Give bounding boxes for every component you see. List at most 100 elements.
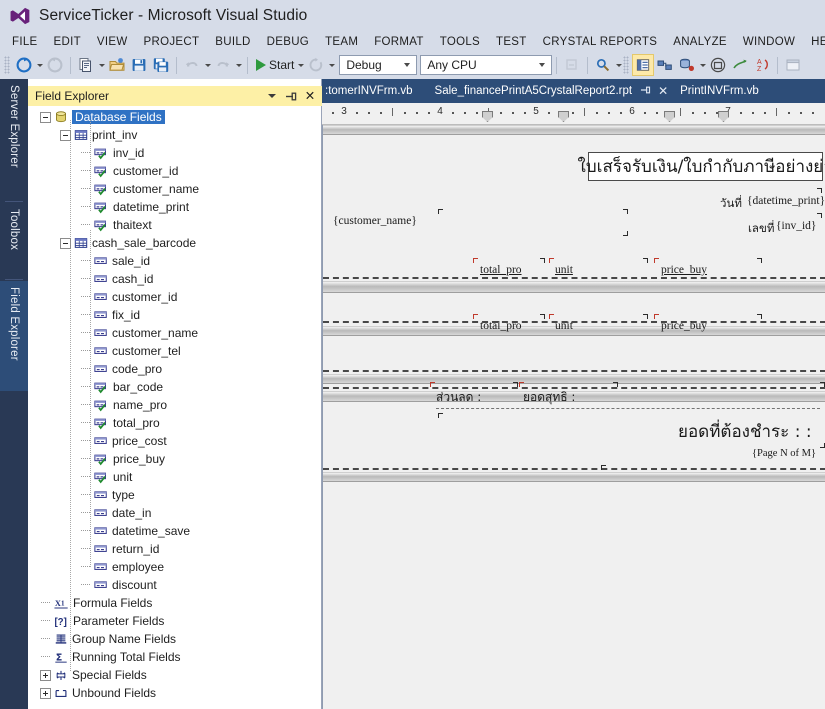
tree-node-date-in[interactable]: date_in (28, 504, 322, 522)
tree-node-unbound-fields[interactable]: Unbound Fields (28, 684, 322, 702)
tree-node-print-inv[interactable]: print_inv (28, 126, 322, 144)
object-browser-dropdown[interactable] (698, 54, 707, 76)
detail-unit-1[interactable]: unit (555, 264, 573, 276)
close-icon[interactable]: ✕ (304, 90, 316, 103)
tree-node-unit[interactable]: unit (28, 468, 322, 486)
configuration-combobox[interactable]: Debug (339, 55, 418, 75)
dock-tab-server-explorer[interactable]: Server Explorer (0, 79, 28, 201)
menu-item-format[interactable]: FORMAT (366, 35, 432, 49)
tab-stop-marker-icon[interactable] (664, 111, 675, 122)
document-tab-print-inv-frm[interactable]: PrintINVFrm.vb (674, 79, 765, 103)
restart-dropdown[interactable] (327, 54, 336, 76)
undo-icon[interactable] (181, 54, 203, 76)
invoice-no-field[interactable]: {inv_id} (776, 220, 816, 232)
tree-node-customer-id[interactable]: customer_id (28, 162, 322, 180)
new-item-icon[interactable] (75, 54, 97, 76)
error-list-icon[interactable] (729, 54, 751, 76)
report-designer-canvas[interactable]: ใบเสร็จรับเงิน/ใบกำกับภาษีอย่างย่อ วันที… (322, 125, 825, 709)
collapse-icon[interactable] (60, 129, 71, 141)
menu-item-tools[interactable]: TOOLS (432, 35, 488, 49)
restart-icon[interactable] (305, 54, 327, 76)
tree-node-return-id[interactable]: return_id (28, 540, 322, 558)
field-explorer-tree[interactable]: Database Fields print_inv inv_id customer_i… (28, 108, 322, 709)
amount-due-label[interactable]: ยอดที่ต้องชำระ : : (678, 418, 812, 445)
detail-unit-2[interactable]: unit (555, 320, 573, 332)
chevron-down-icon-panel[interactable] (266, 90, 278, 103)
open-folder-icon[interactable] (106, 54, 128, 76)
menu-item-file[interactable]: FILE (9, 35, 46, 49)
solution-explorer-icon[interactable] (654, 54, 676, 76)
menu-item-test[interactable]: TEST (488, 35, 535, 49)
tab-stop-marker-icon[interactable] (482, 111, 493, 122)
tree-node-datetime-save[interactable]: datetime_save (28, 522, 322, 540)
report-ruler[interactable]: 34567 (322, 103, 825, 125)
object-browser-icon[interactable] (676, 54, 698, 76)
tree-node-name-pro[interactable]: name_pro (28, 396, 322, 414)
tab-close-icon[interactable]: ✕ (658, 84, 668, 98)
report-title-textbox[interactable]: ใบเสร็จรับเงิน/ใบกำกับภาษีอย่างย่อ (578, 152, 825, 181)
section-band-page-header[interactable] (323, 281, 825, 293)
dock-tab-field-explorer[interactable]: Field Explorer (0, 281, 28, 391)
detail-price-buy-1[interactable]: price_buy (661, 264, 707, 276)
detail-total-pro-1[interactable]: total_pro (480, 264, 522, 276)
tree-node-type[interactable]: type (28, 486, 322, 504)
menu-item-analyze[interactable]: ANALYZE (665, 35, 735, 49)
redo-dropdown[interactable] (234, 54, 243, 76)
save-all-icon[interactable] (150, 54, 172, 76)
redo-icon[interactable] (212, 54, 234, 76)
tab-pin-icon[interactable] (640, 85, 651, 98)
new-item-dropdown[interactable] (97, 54, 106, 76)
section-band-group-header[interactable] (323, 326, 825, 336)
toolbar-grip[interactable] (4, 56, 10, 74)
find-dropdown[interactable] (614, 54, 623, 76)
sort-az-icon[interactable]: A Z (751, 54, 773, 76)
collapse-icon[interactable] (60, 237, 71, 249)
tree-node-sale-id[interactable]: sale_id (28, 252, 322, 270)
detail-price-buy-2[interactable]: price_buy (661, 320, 707, 332)
start-dropdown[interactable] (296, 54, 305, 76)
find-in-files-icon[interactable] (592, 54, 614, 76)
tree-node-cash-id[interactable]: cash_id (28, 270, 322, 288)
tree-node-total-pro[interactable]: total_pro (28, 414, 322, 432)
document-tab-crystal-report[interactable]: Sale_financePrintA5CrystalReport2.rpt ✕ (419, 79, 675, 103)
detail-total-pro-2[interactable]: total_pro (480, 320, 522, 332)
expand-icon[interactable] (40, 687, 51, 699)
undo-dropdown[interactable] (203, 54, 212, 76)
tree-node-discount[interactable]: discount (28, 576, 322, 594)
customer-name-field[interactable]: {customer_name} (333, 215, 417, 227)
tab-stop-marker-icon[interactable] (558, 111, 569, 122)
menu-item-project[interactable]: PROJECT (136, 35, 208, 49)
tree-node-group-name-fields[interactable]: Group Name Fields (28, 630, 322, 648)
tree-node-code-pro[interactable]: code_pro (28, 360, 322, 378)
navigate-back-dropdown[interactable] (35, 54, 44, 76)
toolbox-icon[interactable] (707, 54, 729, 76)
menu-item-team[interactable]: TEAM (317, 35, 366, 49)
start-debug-button[interactable]: Start (252, 58, 296, 72)
pin-icon[interactable] (285, 90, 297, 103)
tree-node-database-fields[interactable]: Database Fields (28, 108, 322, 126)
section-band-report-footer[interactable] (323, 472, 825, 482)
tree-node-thaitext[interactable]: thaitext (28, 216, 322, 234)
discount-label[interactable]: ส่วนลด : (436, 388, 481, 407)
tree-node-parameter-fields[interactable]: [?] Parameter Fields (28, 612, 322, 630)
save-icon[interactable] (128, 54, 150, 76)
section-band-report-header[interactable] (323, 125, 825, 135)
tree-node-special-fields[interactable]: Special Fields (28, 666, 322, 684)
step-into-icon[interactable] (561, 54, 583, 76)
properties-window-icon[interactable] (632, 54, 655, 76)
net-total-label[interactable]: ยอดสุทธิ : (523, 388, 575, 407)
tree-node-fix-id[interactable]: fix_id (28, 306, 322, 324)
tree-node-cash-sale-barcode[interactable]: cash_sale_barcode (28, 234, 322, 252)
tree-node-formula-fields[interactable]: X 1 Formula Fields (28, 594, 322, 612)
tree-node-price-cost[interactable]: price_cost (28, 432, 322, 450)
dock-window-icon[interactable] (782, 54, 804, 76)
navigate-back-icon[interactable] (13, 54, 35, 76)
menu-item-build[interactable]: BUILD (207, 35, 258, 49)
menu-item-edit[interactable]: EDIT (46, 35, 89, 49)
tree-node-customer-tel[interactable]: customer_tel (28, 342, 322, 360)
menu-item-debug[interactable]: DEBUG (259, 35, 317, 49)
platform-combobox[interactable]: Any CPU (420, 55, 553, 75)
tree-node-bar-code[interactable]: bar_code (28, 378, 322, 396)
tab-stop-marker-icon[interactable] (718, 111, 729, 122)
tree-node-customer-name[interactable]: customer_name (28, 324, 322, 342)
